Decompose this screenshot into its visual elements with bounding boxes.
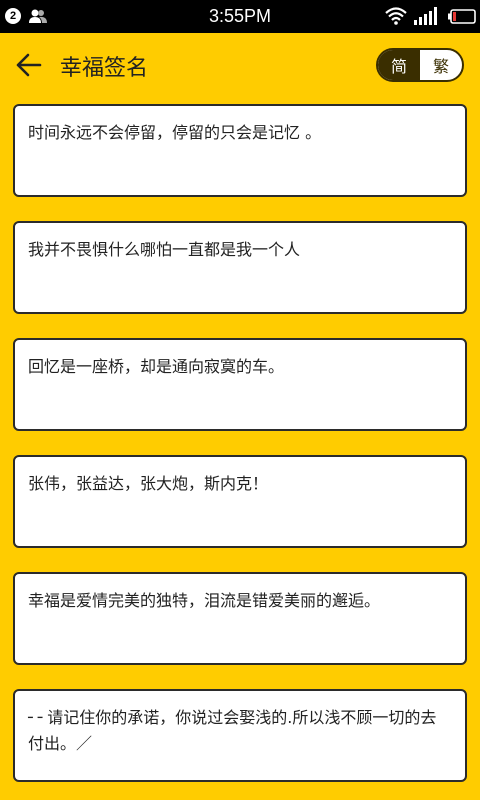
back-arrow-icon[interactable] — [14, 50, 44, 80]
signal-icon — [414, 7, 437, 25]
status-bar: 2 3:55PM — [0, 0, 480, 33]
toggle-simplified[interactable]: 简 — [378, 50, 420, 80]
signature-card[interactable]: 我并不畏惧什么哪怕一直都是我一个人 — [13, 221, 467, 314]
signature-card[interactable]: 幸福是爱情完美的独特，泪流是错爱美丽的邂逅。 — [13, 572, 467, 665]
app-header: 幸福签名 简 繁 — [0, 33, 480, 99]
page-title: 幸福签名 — [60, 56, 149, 81]
battery-icon — [448, 9, 476, 24]
signature-card[interactable]: 时间永远不会停留，停留的只会是记忆 。 — [13, 104, 467, 197]
wifi-icon — [385, 7, 407, 25]
signature-card[interactable]: 回忆是一座桥，却是通向寂寞的车。 — [13, 338, 467, 431]
script-toggle[interactable]: 简 繁 — [376, 48, 464, 82]
signature-card[interactable]: ╴╴请记住你的承诺，你说过会娶浅的.所以浅不顾一切的去付出。／ — [13, 689, 467, 782]
status-time: 3:55PM — [208, 6, 272, 26]
signature-list: 时间永远不会停留，停留的只会是记忆 。 我并不畏惧什么哪怕一直都是我一个人 回忆… — [13, 104, 467, 800]
signature-card[interactable]: 张伟，张益达，张大炮，斯内克！ — [13, 455, 467, 548]
toggle-traditional[interactable]: 繁 — [420, 50, 462, 80]
